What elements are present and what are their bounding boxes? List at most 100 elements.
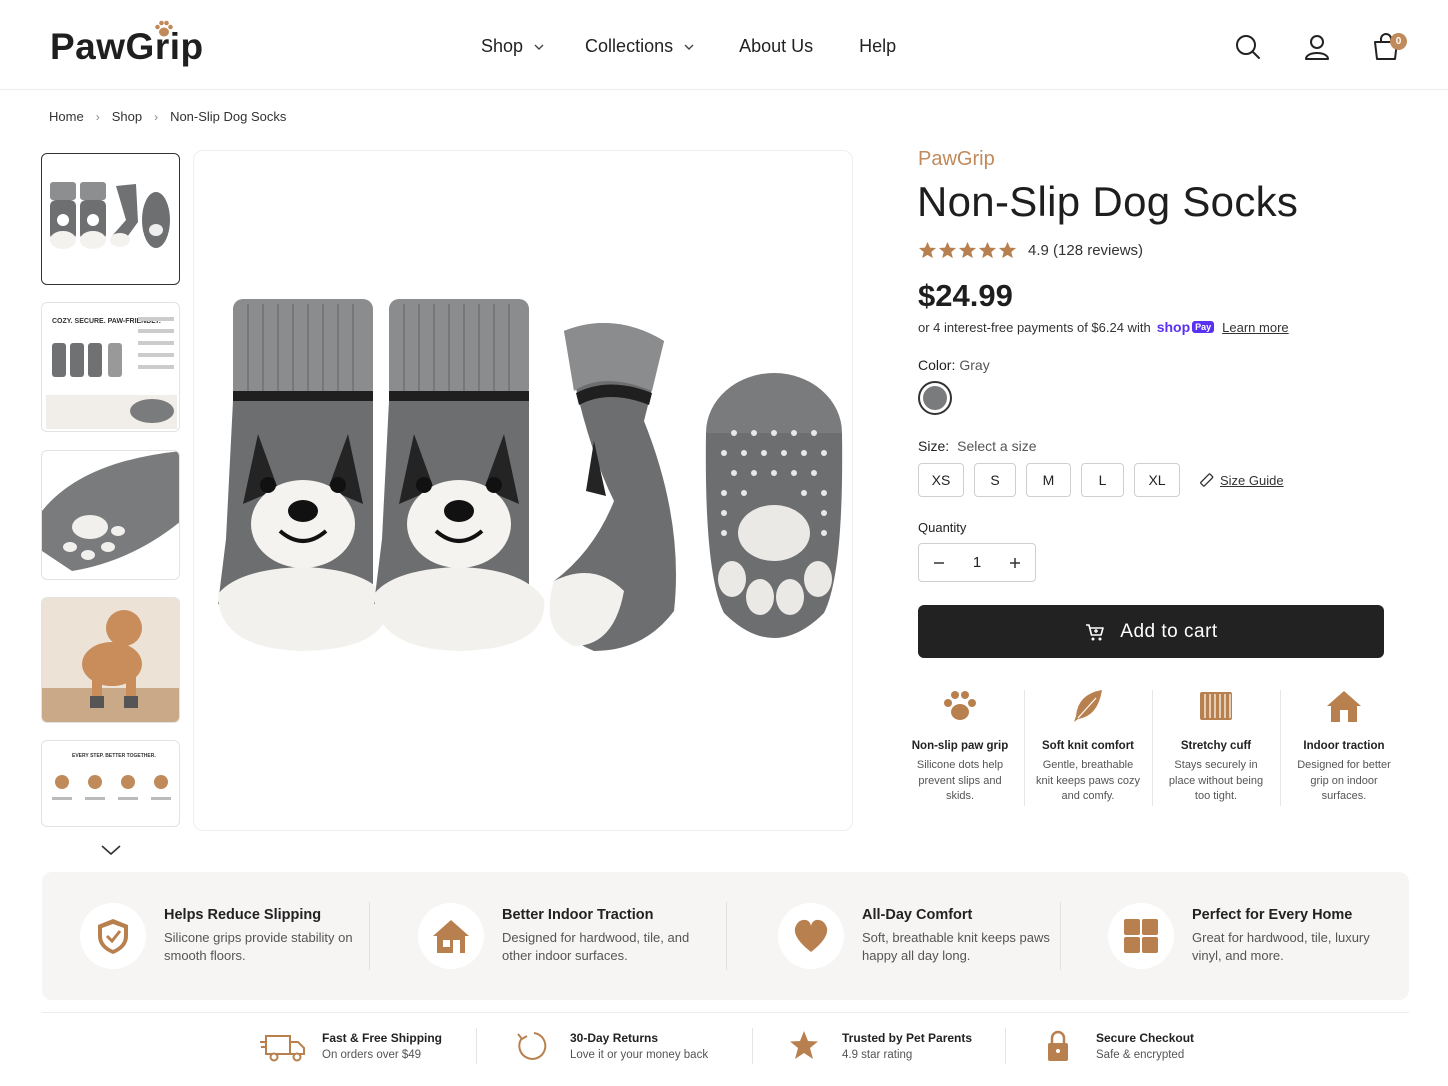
quantity-value[interactable]: 1 <box>959 554 995 571</box>
benefit-title: All-Day Comfort <box>862 907 973 923</box>
color-label-row: Color: Gray <box>918 357 990 373</box>
star-icon <box>918 241 937 259</box>
thumbnail-infographic-every-step[interactable]: EVERY STEP. BETTER TOGETHER. <box>41 740 180 827</box>
product-price: $24.99 <box>918 278 1013 313</box>
feature-item: Non-slip paw grip Silicone dots help pre… <box>896 686 1024 810</box>
breadcrumb: Home › Shop › Non-Slip Dog Socks <box>49 109 286 124</box>
trust-item: Trusted by Pet Parents 4.9 star rating <box>780 1024 972 1068</box>
benefit-title: Helps Reduce Slipping <box>164 907 322 923</box>
rating-stars <box>918 241 1018 260</box>
chevron-down-icon <box>534 44 544 50</box>
thumbnail-sole-closeup[interactable] <box>41 450 180 580</box>
trust-title: Fast & Free Shipping <box>322 1031 443 1045</box>
chevron-right-icon: › <box>95 109 100 124</box>
benefit-icon-wrap <box>778 903 844 969</box>
feature-desc: Gentle, breathable knit keeps paws cozy … <box>1036 759 1140 802</box>
paw-logo-icon <box>155 20 173 37</box>
trust-title: Trusted by Pet Parents <box>842 1031 973 1045</box>
size-option-s[interactable]: S <box>974 463 1016 497</box>
chevron-down-icon <box>684 44 694 50</box>
benefit-item: Better Indoor Traction Designed for hard… <box>418 872 692 1000</box>
nav-help[interactable]: Help <box>859 36 896 57</box>
ribbed-cuff-icon <box>1200 692 1232 720</box>
feature-title: Stretchy cuff <box>1180 740 1252 752</box>
nav-shop[interactable]: Shop <box>481 36 545 57</box>
site-header: PawGrip Shop Collections About Us Help 0 <box>0 0 1448 90</box>
logo-text: PawGrip <box>50 26 204 67</box>
benefit-icon-wrap <box>418 903 484 969</box>
thumbnail-socks-front[interactable] <box>41 153 180 285</box>
feature-desc: Stays securely in place without being to… <box>1168 759 1264 802</box>
quantity-increase-button[interactable] <box>995 544 1035 581</box>
size-guide-label: Size Guide <box>1220 472 1284 488</box>
trust-desc: Love it or your money back <box>570 1049 709 1061</box>
divider <box>752 1028 753 1064</box>
breadcrumb-shop[interactable]: Shop <box>112 109 142 124</box>
size-option-xl[interactable]: XL <box>1134 463 1180 497</box>
product-title: Non-Slip Dog Socks <box>917 178 1299 225</box>
nav-about-us[interactable]: About Us <box>739 36 813 57</box>
sock-front-2 <box>374 299 545 651</box>
learn-more-link[interactable]: Learn more <box>1222 320 1288 335</box>
feather-icon <box>1074 690 1102 722</box>
feature-item: Stretchy cuff Stays securely in place wi… <box>1152 686 1280 810</box>
breadcrumb-home[interactable]: Home <box>49 109 84 124</box>
returns-icon <box>517 1032 547 1060</box>
thumbnail-image: EVERY STEP. BETTER TOGETHER. <box>52 753 171 800</box>
quantity-decrease-button[interactable] <box>919 544 959 581</box>
divider <box>1060 902 1061 970</box>
cart-count-badge: 0 <box>1390 33 1407 50</box>
product-image-socks <box>218 299 843 651</box>
add-to-cart-button[interactable]: Add to cart <box>918 605 1384 658</box>
thumbnail-image <box>42 451 179 571</box>
trust-title: 30-Day Returns <box>570 1031 659 1045</box>
paw-icon <box>944 691 976 720</box>
search-icon[interactable] <box>1233 32 1263 62</box>
thumbnail-image <box>50 182 170 249</box>
logo[interactable]: PawGrip <box>50 20 204 68</box>
color-swatch-gray[interactable] <box>918 381 952 415</box>
star-icon <box>938 241 957 259</box>
nav-collections[interactable]: Collections <box>585 36 695 57</box>
thumbnails-scroll-down-icon[interactable] <box>100 842 122 858</box>
feature-item: Indoor traction Designed for better grip… <box>1280 686 1408 810</box>
nav-help-label: Help <box>859 36 897 56</box>
thumbnail-image <box>42 598 179 722</box>
size-label-row: Size: Select a size <box>918 438 1037 454</box>
thumbnail-caption: EVERY STEP. BETTER TOGETHER. <box>72 753 156 759</box>
benefit-item: Perfect for Every Home Great for hardwoo… <box>1108 872 1382 1000</box>
swatch-color-dot <box>923 386 947 410</box>
sock-sole <box>705 373 843 638</box>
heart-icon <box>794 919 828 952</box>
feature-desc: Designed for better grip on indoor surfa… <box>1297 759 1391 802</box>
shield-icon <box>98 919 128 954</box>
breadcrumb-current: Non-Slip Dog Socks <box>170 109 287 124</box>
benefit-desc: Silicone grips provide stability on smoo… <box>164 930 353 963</box>
trust-desc: 4.9 star rating <box>842 1049 913 1061</box>
size-option-l[interactable]: L <box>1081 463 1124 497</box>
size-option-xs[interactable]: XS <box>918 463 964 497</box>
divider <box>42 1012 1409 1013</box>
benefit-desc: Soft, breathable knit keeps paws happy a… <box>862 930 1050 963</box>
size-option-m[interactable]: M <box>1026 463 1071 497</box>
rating-row[interactable]: 4.9 (128 reviews) <box>918 241 1143 260</box>
star-icon <box>958 241 977 259</box>
product-brand[interactable]: PawGrip <box>918 148 995 171</box>
thumbnail-dog-wearing-socks[interactable] <box>41 597 180 723</box>
cart-icon <box>1086 623 1105 640</box>
color-value: Gray <box>959 357 990 373</box>
nav-collections-label: Collections <box>585 36 674 56</box>
nav-shop-label: Shop <box>481 36 524 56</box>
chevron-right-icon: › <box>154 109 159 124</box>
rating-text: 4.9 (128 reviews) <box>1028 242 1144 259</box>
benefit-desc: Great for hardwood, tile, luxury vinyl, … <box>1192 930 1370 963</box>
size-guide-link[interactable]: Size Guide <box>1198 472 1284 488</box>
benefit-item: All-Day Comfort Soft, breathable knit ke… <box>778 872 1052 1000</box>
grid-icon <box>1124 919 1158 953</box>
feature-desc: Silicone dots help prevent slips and ski… <box>916 759 1004 802</box>
main-nav: Shop Collections About Us Help <box>481 36 896 57</box>
shop-pay-badge: Pay <box>1192 321 1215 333</box>
thumbnail-infographic-cozy[interactable]: COZY. SECURE. PAW-FRIENDLY. <box>41 302 180 432</box>
account-icon[interactable] <box>1302 32 1332 62</box>
benefit-icon-wrap <box>1108 903 1174 969</box>
